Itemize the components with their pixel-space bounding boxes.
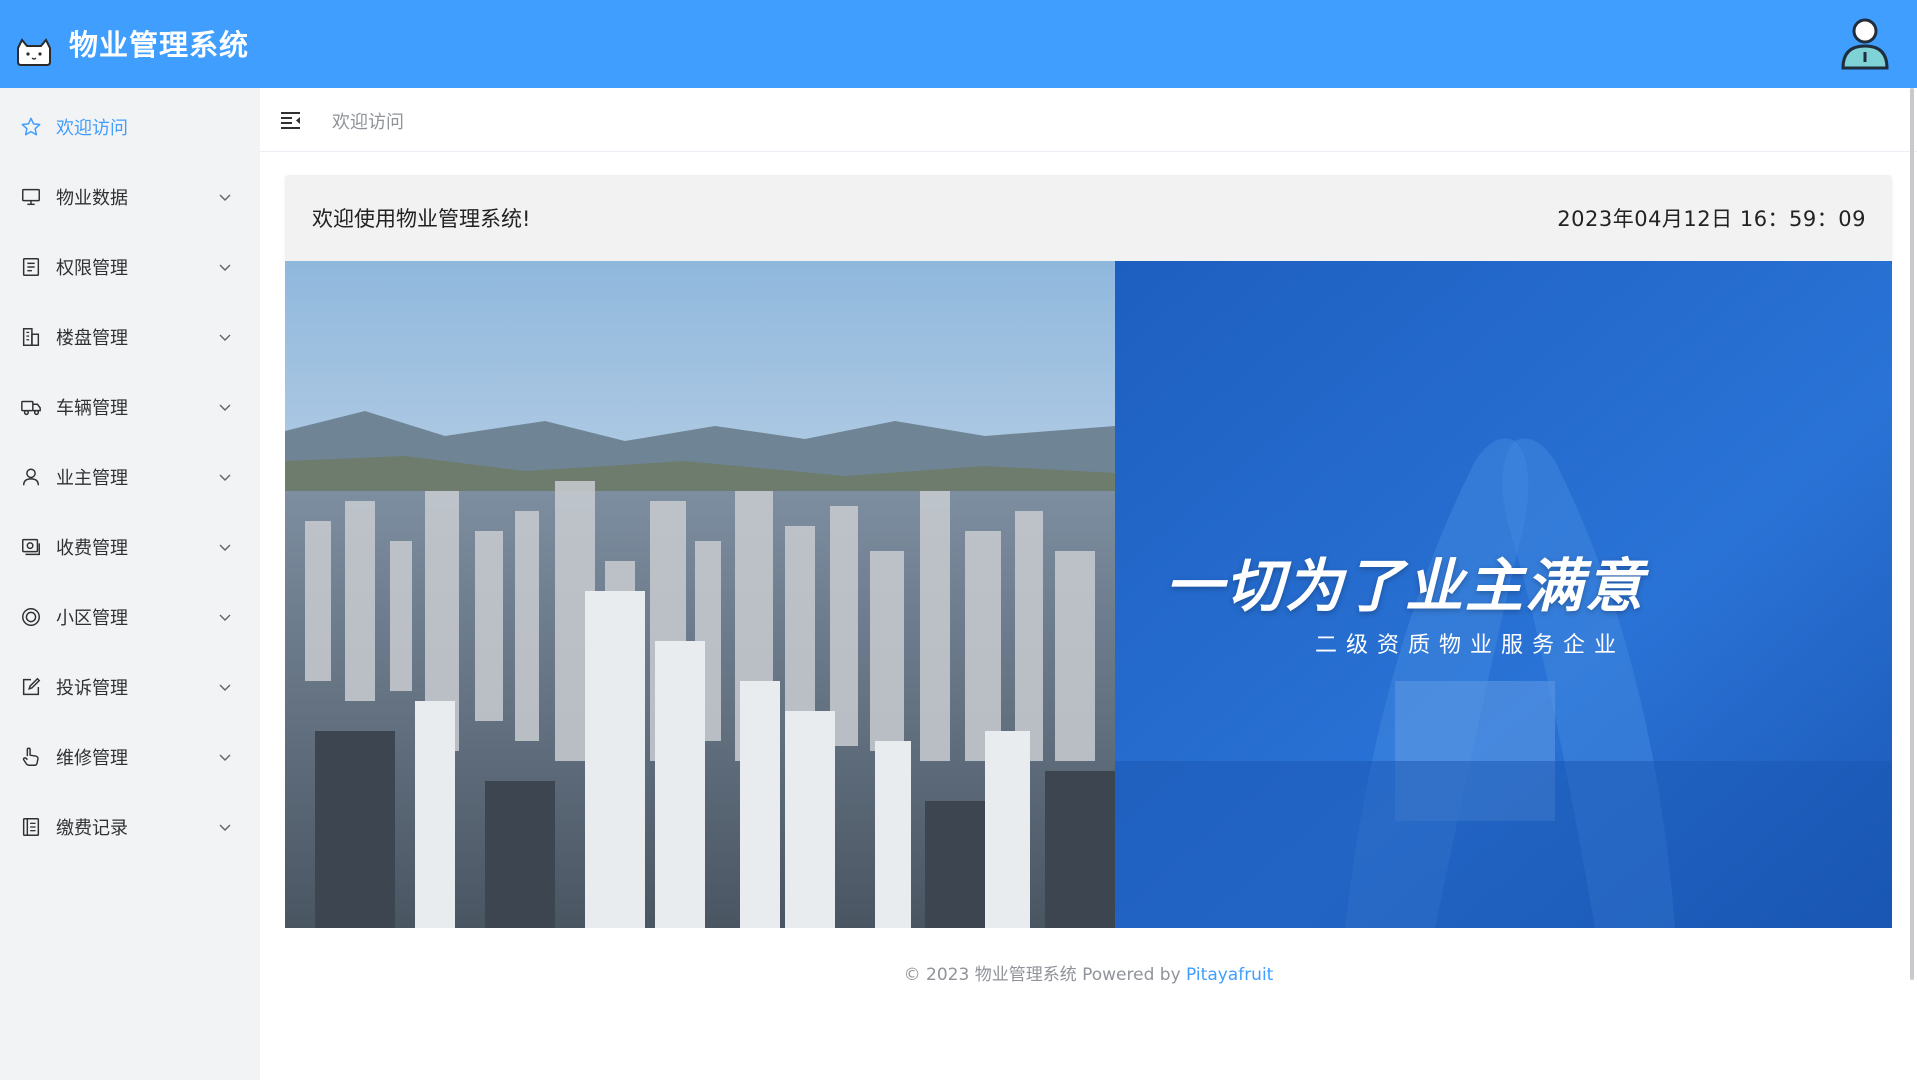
- sidebar-item-payment-records[interactable]: 缴费记录: [0, 792, 260, 862]
- circle-icon: [22, 608, 40, 626]
- user-avatar-icon[interactable]: [1838, 16, 1892, 72]
- sidebar-item-complaints[interactable]: 投诉管理: [0, 652, 260, 722]
- hand-icon: [22, 747, 39, 766]
- sidebar-item-label: 小区管理: [56, 608, 128, 629]
- fold-menu-icon[interactable]: [280, 110, 302, 130]
- breadcrumb[interactable]: 欢迎访问: [332, 108, 404, 134]
- chevron-down-icon: [219, 404, 231, 411]
- chevron-down-icon: [219, 334, 231, 341]
- sidebar-item-label: 车辆管理: [56, 398, 128, 419]
- sidebar-item-label: 维修管理: [56, 748, 128, 769]
- chevron-down-icon: [219, 474, 231, 481]
- sidebar-item-label: 欢迎访问: [56, 118, 128, 139]
- footer-brand-link[interactable]: Pitayafruit: [1186, 965, 1273, 985]
- app-header: 物业管理系统: [0, 0, 1917, 88]
- top-navbar: 欢迎访问: [260, 88, 1917, 152]
- building-icon: [22, 328, 40, 346]
- welcome-message: 欢迎使用物业管理系统!: [312, 207, 531, 231]
- banner-subslogan: 二级资质物业服务企业: [1315, 633, 1626, 658]
- city-skyline-image: [285, 261, 1115, 928]
- edit-icon: [22, 677, 41, 696]
- truck-icon: [21, 400, 41, 416]
- sidebar-item-welcome[interactable]: 欢迎访问: [0, 92, 260, 162]
- sidebar-item-label: 投诉管理: [56, 678, 128, 699]
- page-footer: © 2023 物业管理系统 Powered by Pitayafruit: [285, 960, 1892, 985]
- chevron-down-icon: [219, 614, 231, 621]
- chevron-down-icon: [219, 754, 231, 761]
- sidebar-item-permissions[interactable]: 权限管理: [0, 232, 260, 302]
- sidebar-item-vehicles[interactable]: 车辆管理: [0, 372, 260, 442]
- sidebar-item-property-data[interactable]: 物业数据: [0, 162, 260, 232]
- document-icon: [22, 258, 40, 276]
- chevron-down-icon: [219, 264, 231, 271]
- sidebar-item-label: 权限管理: [56, 258, 128, 279]
- cat-logo-icon[interactable]: [14, 34, 54, 68]
- cash-icon: [22, 538, 40, 556]
- chevron-down-icon: [219, 544, 231, 551]
- chevron-down-icon: [219, 194, 231, 201]
- star-icon: [21, 117, 41, 136]
- sidebar-item-label: 业主管理: [56, 468, 128, 489]
- notebook-icon: [22, 818, 40, 836]
- sidebar-item-charges[interactable]: 收费管理: [0, 512, 260, 582]
- welcome-banner: 一切为了业主满意 二级资质物业服务企业: [285, 261, 1892, 928]
- chevron-down-icon: [219, 684, 231, 691]
- chevron-down-icon: [219, 824, 231, 831]
- current-datetime: 2023年04月12日 16：59：09: [1557, 207, 1866, 231]
- user-icon: [22, 468, 40, 486]
- sidebar-item-repairs[interactable]: 维修管理: [0, 722, 260, 792]
- sidebar-menu: 欢迎访问 物业数据 权限管理 楼盘管理 车辆管理 业主管理 收费管理 小区管理 …: [0, 88, 260, 1080]
- sidebar-item-label: 收费管理: [56, 538, 128, 559]
- sidebar-item-label: 物业数据: [56, 188, 128, 209]
- monitor-icon: [22, 188, 40, 206]
- app-title: 物业管理系统: [69, 28, 250, 62]
- sidebar-item-label: 缴费记录: [56, 818, 128, 839]
- banner-slogan: 一切为了业主满意: [1165, 552, 1646, 620]
- sidebar-item-buildings[interactable]: 楼盘管理: [0, 302, 260, 372]
- vertical-scrollbar[interactable]: [1910, 88, 1914, 980]
- sidebar-item-owners[interactable]: 业主管理: [0, 442, 260, 512]
- sidebar-item-communities[interactable]: 小区管理: [0, 582, 260, 652]
- sidebar-item-label: 楼盘管理: [56, 328, 128, 349]
- footer-copyright: © 2023 物业管理系统 Powered by: [903, 965, 1187, 985]
- welcome-card-header: 欢迎使用物业管理系统! 2023年04月12日 16：59：09: [285, 175, 1892, 261]
